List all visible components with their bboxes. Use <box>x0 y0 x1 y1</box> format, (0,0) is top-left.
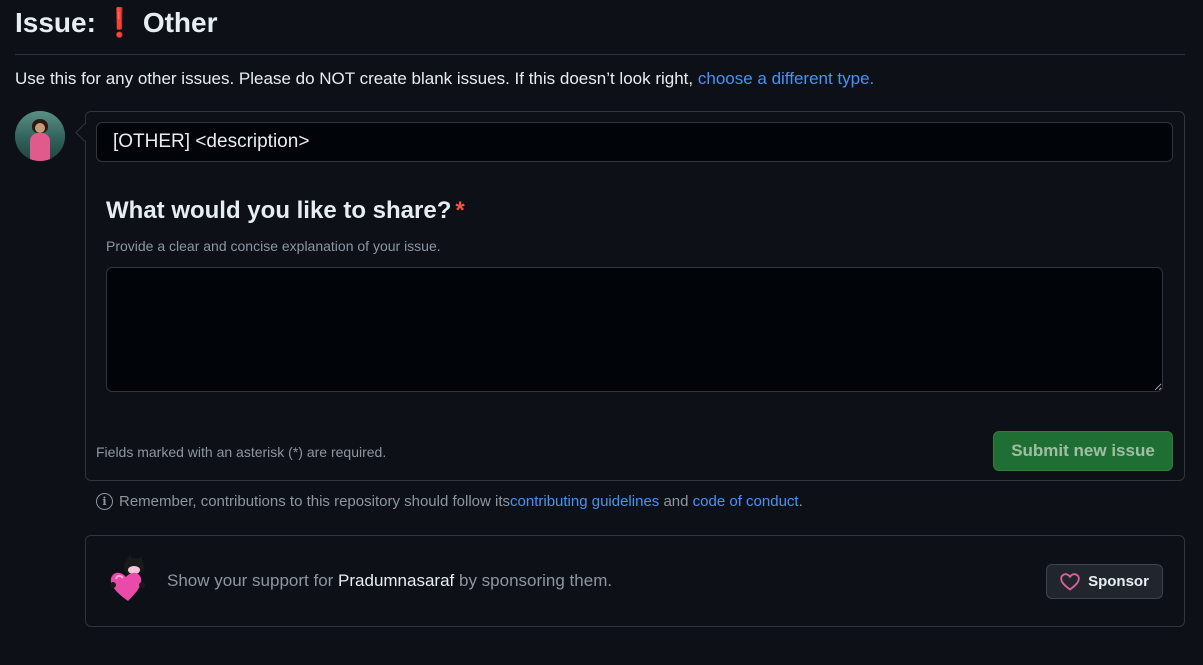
page-title: Issue: ❗ Other <box>15 6 218 39</box>
description-text: Use this for any other issues. Please do… <box>15 69 698 88</box>
info-icon: i <box>96 493 113 510</box>
share-textarea[interactable] <box>106 267 1163 392</box>
issue-title-input[interactable] <box>96 122 1173 162</box>
template-description: Use this for any other issues. Please do… <box>15 69 874 89</box>
mona-heart-icon <box>110 555 145 601</box>
avatar-dress <box>30 133 50 161</box>
question-hint: Provide a clear and concise explanation … <box>106 238 441 254</box>
required-asterisk: * <box>455 197 465 224</box>
choose-type-link[interactable]: choose a different type. <box>698 69 874 88</box>
question-text: What would you like to share? <box>106 197 452 224</box>
notice-text-after: . <box>798 493 803 510</box>
sponsored-user-name[interactable]: Pradumnasaraf <box>338 571 454 590</box>
code-of-conduct-link[interactable]: code of conduct <box>693 493 799 510</box>
notice-text-middle: and <box>659 493 693 510</box>
notice-text-before: Remember, contributions to this reposito… <box>119 493 511 510</box>
title-divider <box>15 54 1185 55</box>
question-heading: What would you like to share? * <box>106 197 465 225</box>
sponsor-text-before: Show your support for <box>167 571 339 590</box>
contributing-guidelines-link[interactable]: contributing guidelines <box>510 493 659 510</box>
sponsor-message: Show your support for Pradumnasaraf by s… <box>167 571 612 591</box>
title-prefix: Issue: <box>15 6 96 38</box>
title-text: Other <box>142 6 218 38</box>
heart-icon <box>1060 572 1080 591</box>
avatar-face <box>35 123 45 133</box>
avatar[interactable] <box>15 111 65 161</box>
issue-form-page: Issue: ❗ Other Use this for any other is… <box>0 0 1203 665</box>
required-note: Fields marked with an asterisk (*) are r… <box>96 444 387 460</box>
submit-new-issue-button[interactable]: Submit new issue <box>993 431 1173 471</box>
contribution-notice: i Remember, contributions to this reposi… <box>96 493 803 510</box>
sponsor-text-after: by sponsoring them. <box>454 571 613 590</box>
sponsor-button[interactable]: Sponsor <box>1046 564 1163 599</box>
sponsor-button-label: Sponsor <box>1088 573 1149 590</box>
exclamation-icon: ❗ <box>101 7 137 38</box>
